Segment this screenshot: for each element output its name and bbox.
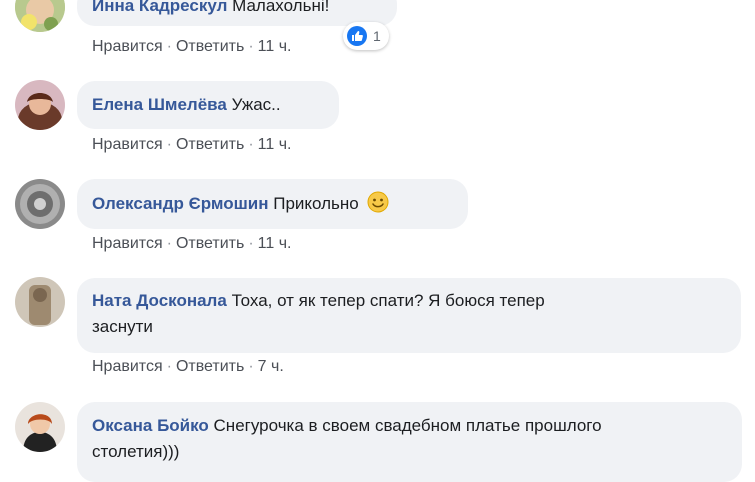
comment-bubble: Олександр Єрмошин Прикольно (77, 179, 468, 229)
comment-text-continued: заснути (92, 317, 153, 336)
comment-author[interactable]: Оксана Бойко (92, 416, 209, 435)
comment-text: Тоха, от як тепер спати? Я боюся тепер (231, 291, 545, 310)
comment-actions: Нравится · Ответить · 11 ч. (92, 38, 292, 56)
reaction-count: 1 (373, 28, 381, 44)
timestamp[interactable]: 11 ч. (258, 136, 292, 153)
separator: · (166, 136, 172, 153)
comment-author[interactable]: Инна Кадрескул (92, 0, 227, 15)
comment-text-continued: столетия))) (92, 442, 180, 461)
comment-actions: Нравится · Ответить · 11 ч. (92, 136, 292, 154)
avatar[interactable] (15, 80, 65, 130)
timestamp[interactable]: 11 ч. (258, 235, 292, 252)
like-link[interactable]: Нравится (92, 38, 163, 55)
comment-author[interactable]: Олександр Єрмошин (92, 194, 268, 213)
like-link[interactable]: Нравится (92, 136, 163, 153)
reply-link[interactable]: Ответить (176, 235, 244, 252)
avatar[interactable] (15, 179, 65, 229)
comment-bubble: Оксана Бойко Снегурочка в своем свадебно… (77, 402, 742, 482)
comment-actions: Нравится · Ответить · 11 ч. (92, 235, 292, 253)
comment-author[interactable]: Елена Шмелёва (92, 95, 227, 114)
avatar[interactable] (15, 277, 65, 327)
reaction-summary[interactable]: 1 (343, 22, 389, 50)
avatar[interactable] (15, 402, 65, 452)
separator: · (166, 235, 172, 252)
timestamp[interactable]: 7 ч. (258, 358, 284, 375)
like-link[interactable]: Нравится (92, 358, 163, 375)
timestamp[interactable]: 11 ч. (258, 38, 292, 55)
comment-text: Ужас.. (231, 95, 281, 114)
separator: · (248, 235, 254, 252)
separator: · (166, 358, 172, 375)
reply-link[interactable]: Ответить (176, 38, 244, 55)
separator: · (248, 136, 254, 153)
like-link[interactable]: Нравится (92, 235, 163, 252)
separator: · (248, 358, 254, 375)
comment-bubble: Инна Кадрескул Малахольні! (77, 0, 397, 26)
smiley-emoji-icon (367, 191, 389, 213)
comment-bubble: Ната Досконала Тоха, от як тепер спати? … (77, 278, 741, 353)
avatar[interactable] (15, 0, 65, 32)
comment-text: Снегурочка в своем свадебном платье прош… (213, 416, 602, 435)
separator: · (248, 38, 254, 55)
reply-link[interactable]: Ответить (176, 136, 244, 153)
comment-author[interactable]: Ната Досконала (92, 291, 227, 310)
reply-link[interactable]: Ответить (176, 358, 244, 375)
like-icon (347, 26, 367, 46)
separator: · (166, 38, 172, 55)
comment-actions: Нравится · Ответить · 7 ч. (92, 358, 284, 376)
comment-bubble: Елена Шмелёва Ужас.. (77, 81, 339, 129)
comment-text: Прикольно (273, 194, 359, 213)
comment-text: Малахольні! (232, 0, 330, 15)
